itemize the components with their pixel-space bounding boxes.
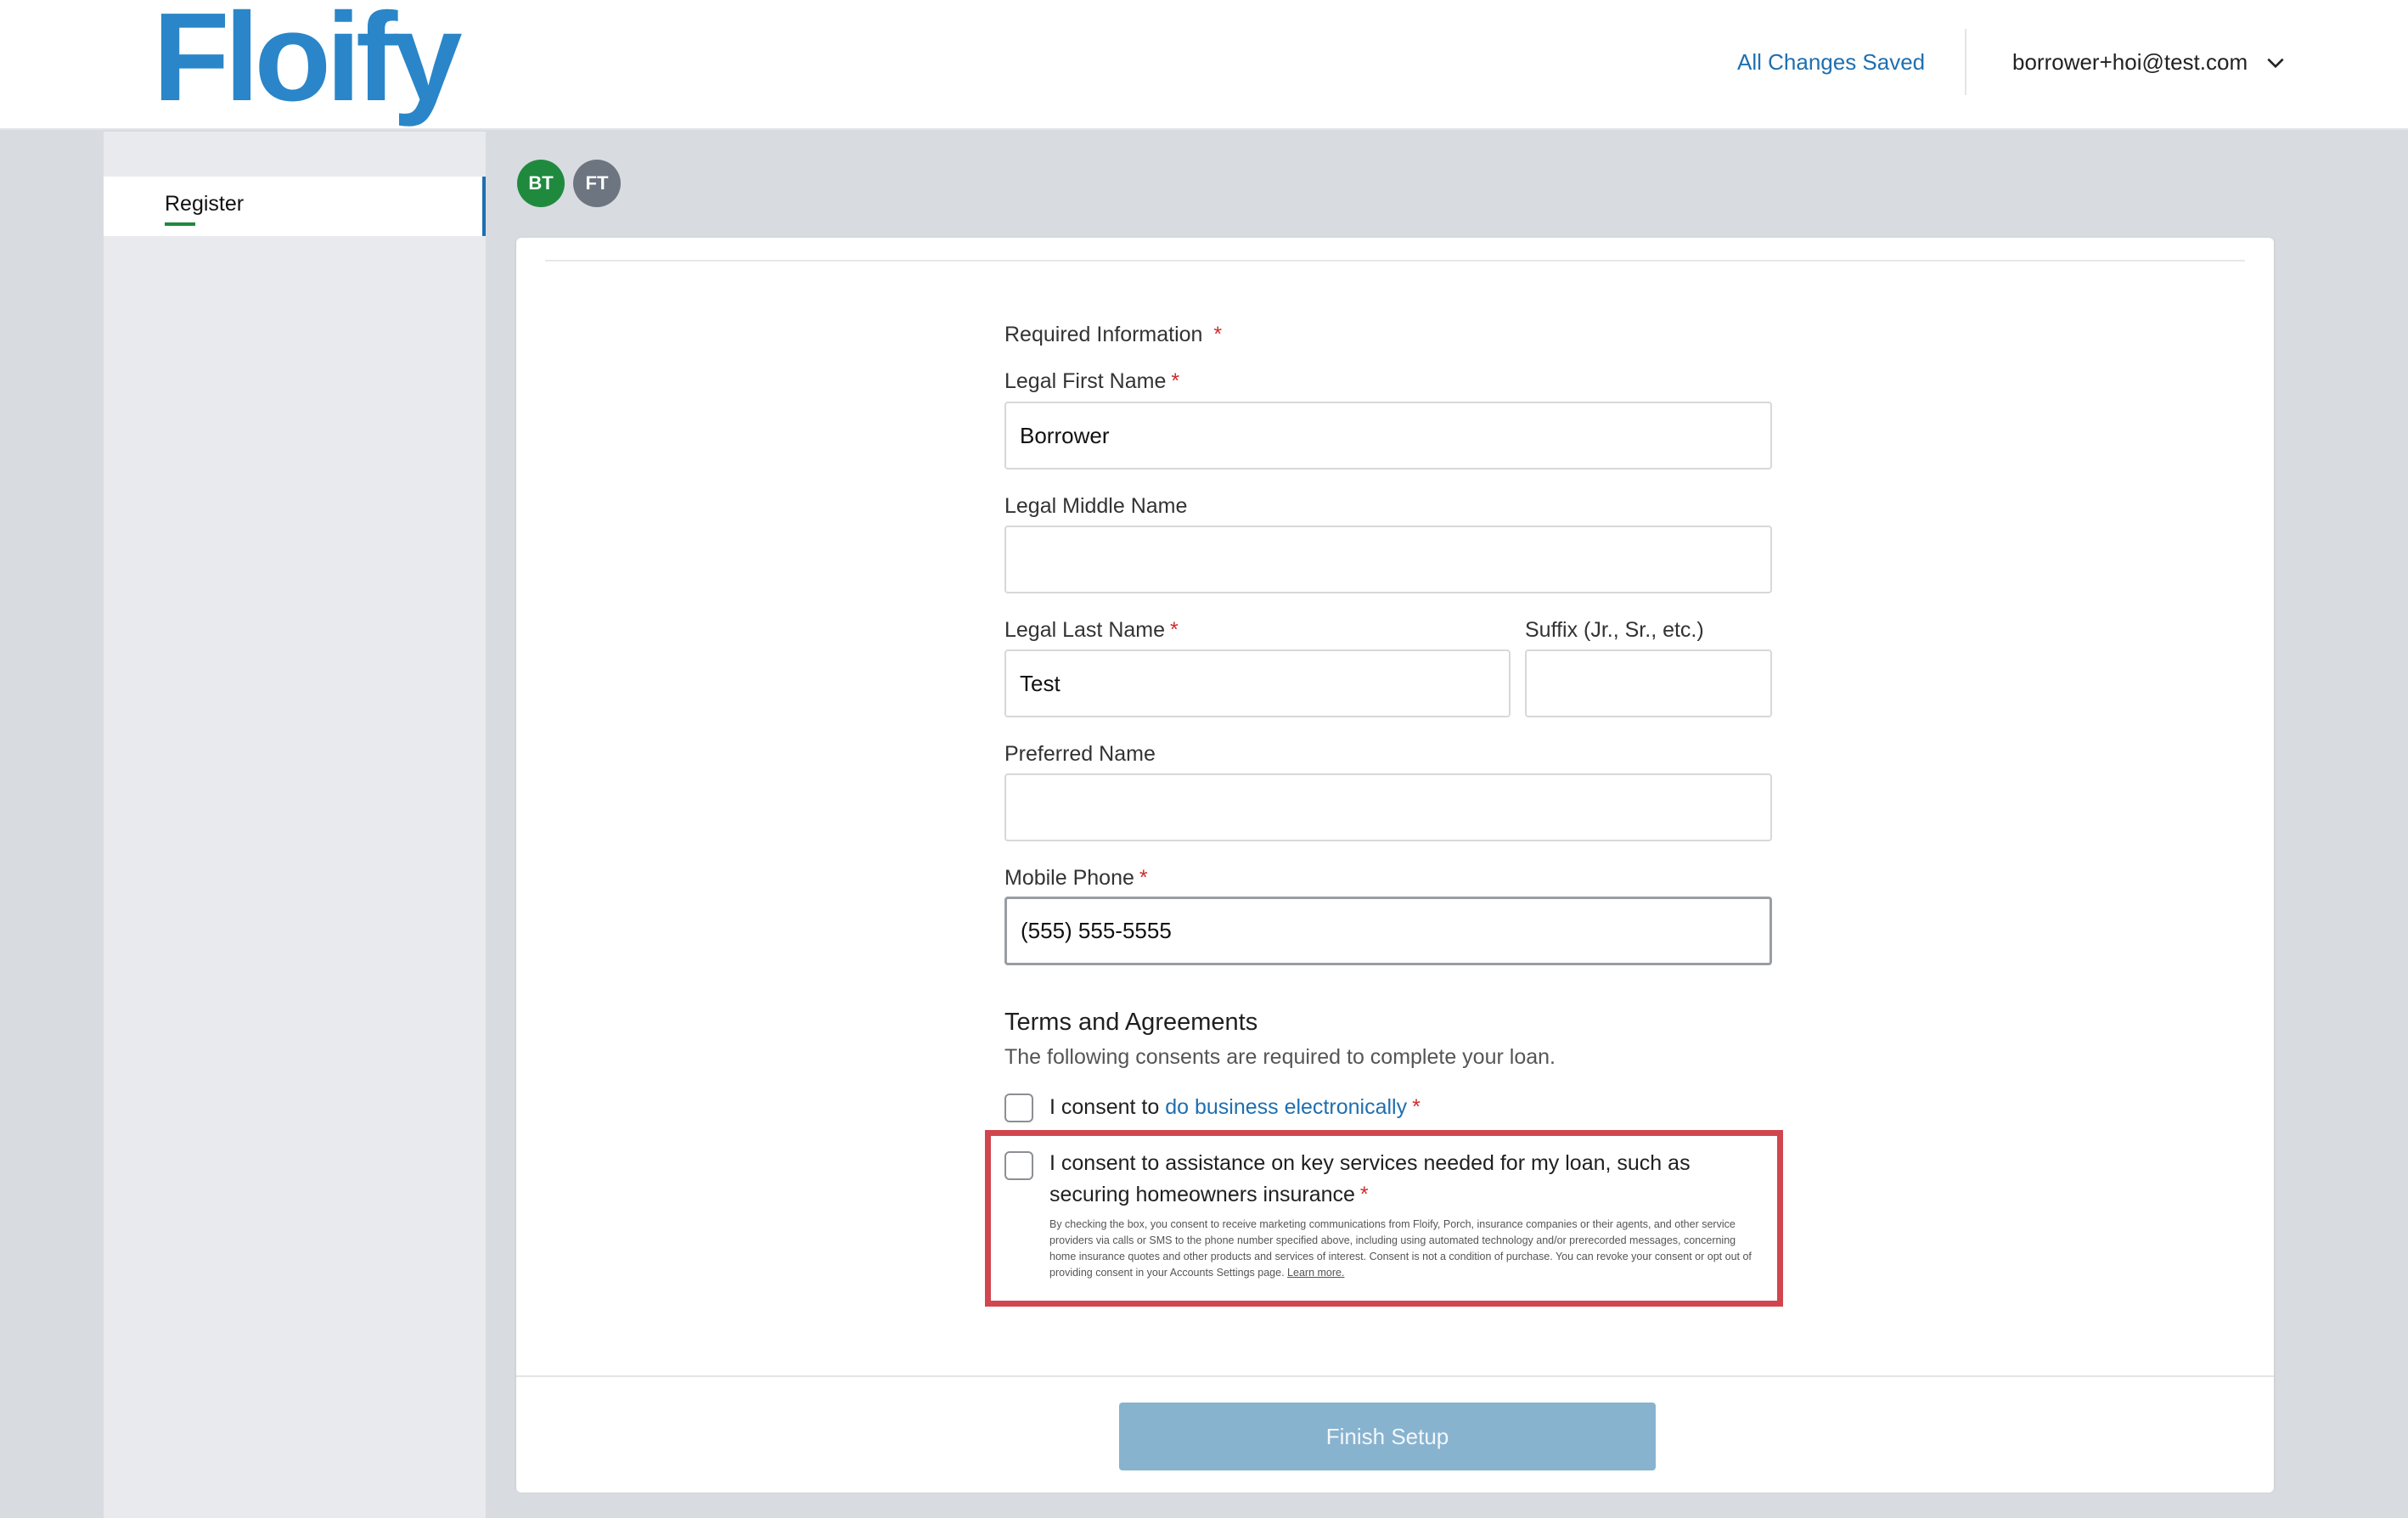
consent-insurance-checkbox[interactable] bbox=[1004, 1151, 1033, 1180]
finish-setup-button[interactable]: Finish Setup bbox=[1119, 1403, 1656, 1470]
suffix-field[interactable] bbox=[1525, 649, 1772, 717]
top-header: Floify All Changes Saved borrower+hoi@te… bbox=[0, 0, 2408, 130]
consent-insurance-text: I consent to assistance on key services … bbox=[1049, 1151, 1691, 1206]
card-divider bbox=[545, 260, 2245, 261]
sidebar-item-register[interactable]: Register bbox=[104, 177, 486, 236]
save-status: All Changes Saved bbox=[1737, 49, 1926, 75]
required-info-label: Required Information * bbox=[1004, 323, 1223, 346]
preferred-name-label: Preferred Name bbox=[1004, 742, 1156, 766]
sidebar-item-label: Register bbox=[165, 192, 245, 216]
consent-business-checkbox[interactable] bbox=[1004, 1094, 1033, 1122]
do-business-electronically-link[interactable]: do business electronically bbox=[1165, 1095, 1407, 1119]
mobile-phone-field[interactable] bbox=[1004, 897, 1772, 965]
terms-subtitle: The following consents are required to c… bbox=[1004, 1045, 1556, 1069]
first-name-field[interactable] bbox=[1004, 402, 1772, 469]
mobile-phone-label: Mobile Phone * bbox=[1004, 866, 1148, 890]
user-menu[interactable]: borrower+hoi@test.com bbox=[2012, 49, 2287, 76]
suffix-label: Suffix (Jr., Sr., etc.) bbox=[1525, 618, 1704, 642]
header-divider bbox=[1965, 29, 1966, 95]
user-email: borrower+hoi@test.com bbox=[2012, 49, 2248, 75]
last-name-field[interactable] bbox=[1004, 649, 1511, 717]
avatar-bt[interactable]: BT bbox=[517, 160, 565, 207]
terms-title: Terms and Agreements bbox=[1004, 1009, 1258, 1036]
consent-business-text: I consent to do business electronically * bbox=[1049, 1095, 1421, 1119]
middle-name-label: Legal Middle Name bbox=[1004, 494, 1188, 518]
active-indicator bbox=[165, 222, 195, 226]
preferred-name-field[interactable] bbox=[1004, 773, 1772, 841]
middle-name-field[interactable] bbox=[1004, 526, 1772, 593]
registration-card: Required Information * Legal First Name *… bbox=[516, 238, 2274, 1493]
last-name-label: Legal Last Name * bbox=[1004, 618, 1179, 642]
first-name-label: Legal First Name * bbox=[1004, 369, 1180, 393]
floify-logo[interactable]: Floify bbox=[153, 0, 463, 121]
learn-more-link[interactable]: Learn more. bbox=[1287, 1267, 1344, 1279]
card-footer: Finish Setup bbox=[516, 1375, 2274, 1493]
sidebar: Register bbox=[104, 132, 486, 1518]
chevron-down-icon bbox=[2267, 58, 2284, 68]
insurance-fine-print: By checking the box, you consent to rece… bbox=[1049, 1218, 1752, 1279]
avatar-ft[interactable]: FT bbox=[573, 160, 621, 207]
